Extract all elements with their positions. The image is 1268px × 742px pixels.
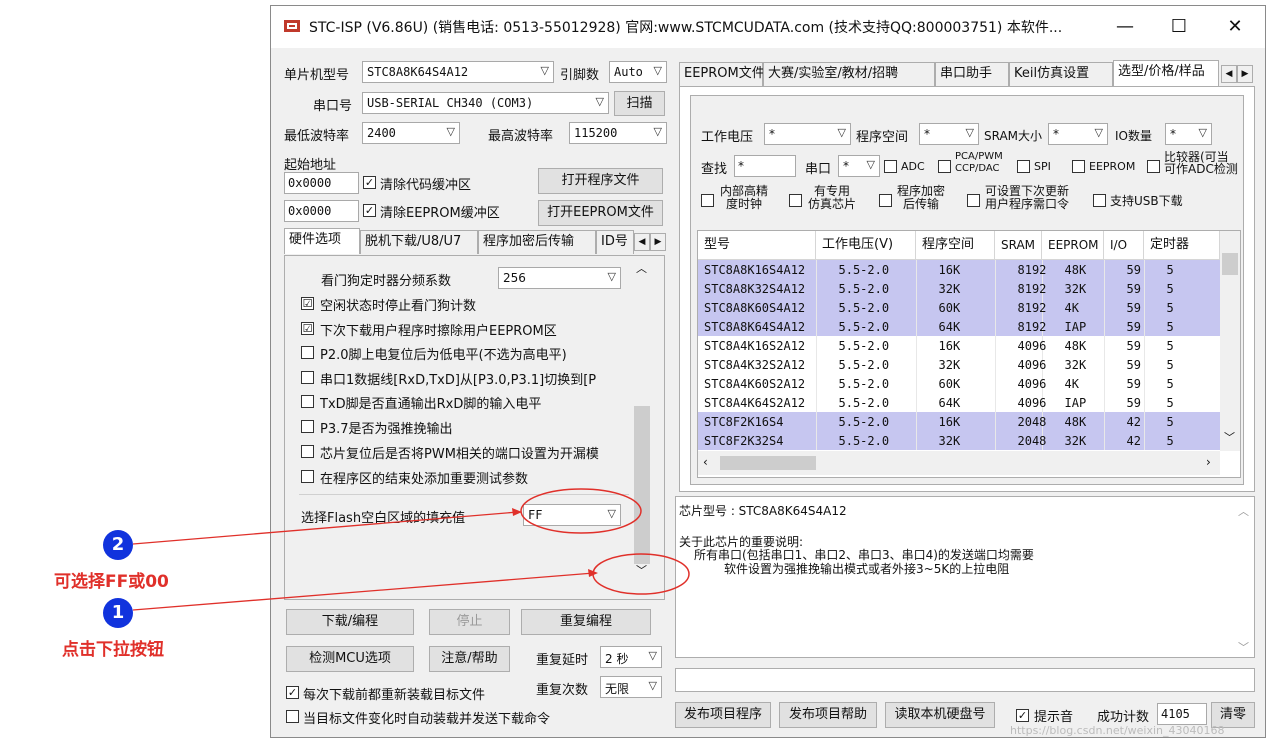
- watermark: https://blog.csdn.net/weixin_43040168: [1010, 724, 1225, 737]
- highlight-ellipse-fill-select: [520, 488, 642, 534]
- arrow-line-1: [132, 572, 595, 611]
- tab-hardware-options[interactable]: 硬件选项: [284, 228, 360, 254]
- annotation-text-1: 点击下拉按钮: [62, 640, 164, 660]
- highlight-ellipse-dropdown-button: [592, 553, 690, 595]
- tab-selection-price[interactable]: 选型/价格/样品: [1113, 60, 1219, 86]
- arrow-line-2: [132, 511, 519, 545]
- annotation-badge-1: 1: [103, 598, 133, 628]
- annotation-badge-2: 2: [103, 530, 133, 560]
- annotation-text-2: 可选择FF或00: [54, 572, 169, 592]
- annotation-overlay: [132, 488, 690, 611]
